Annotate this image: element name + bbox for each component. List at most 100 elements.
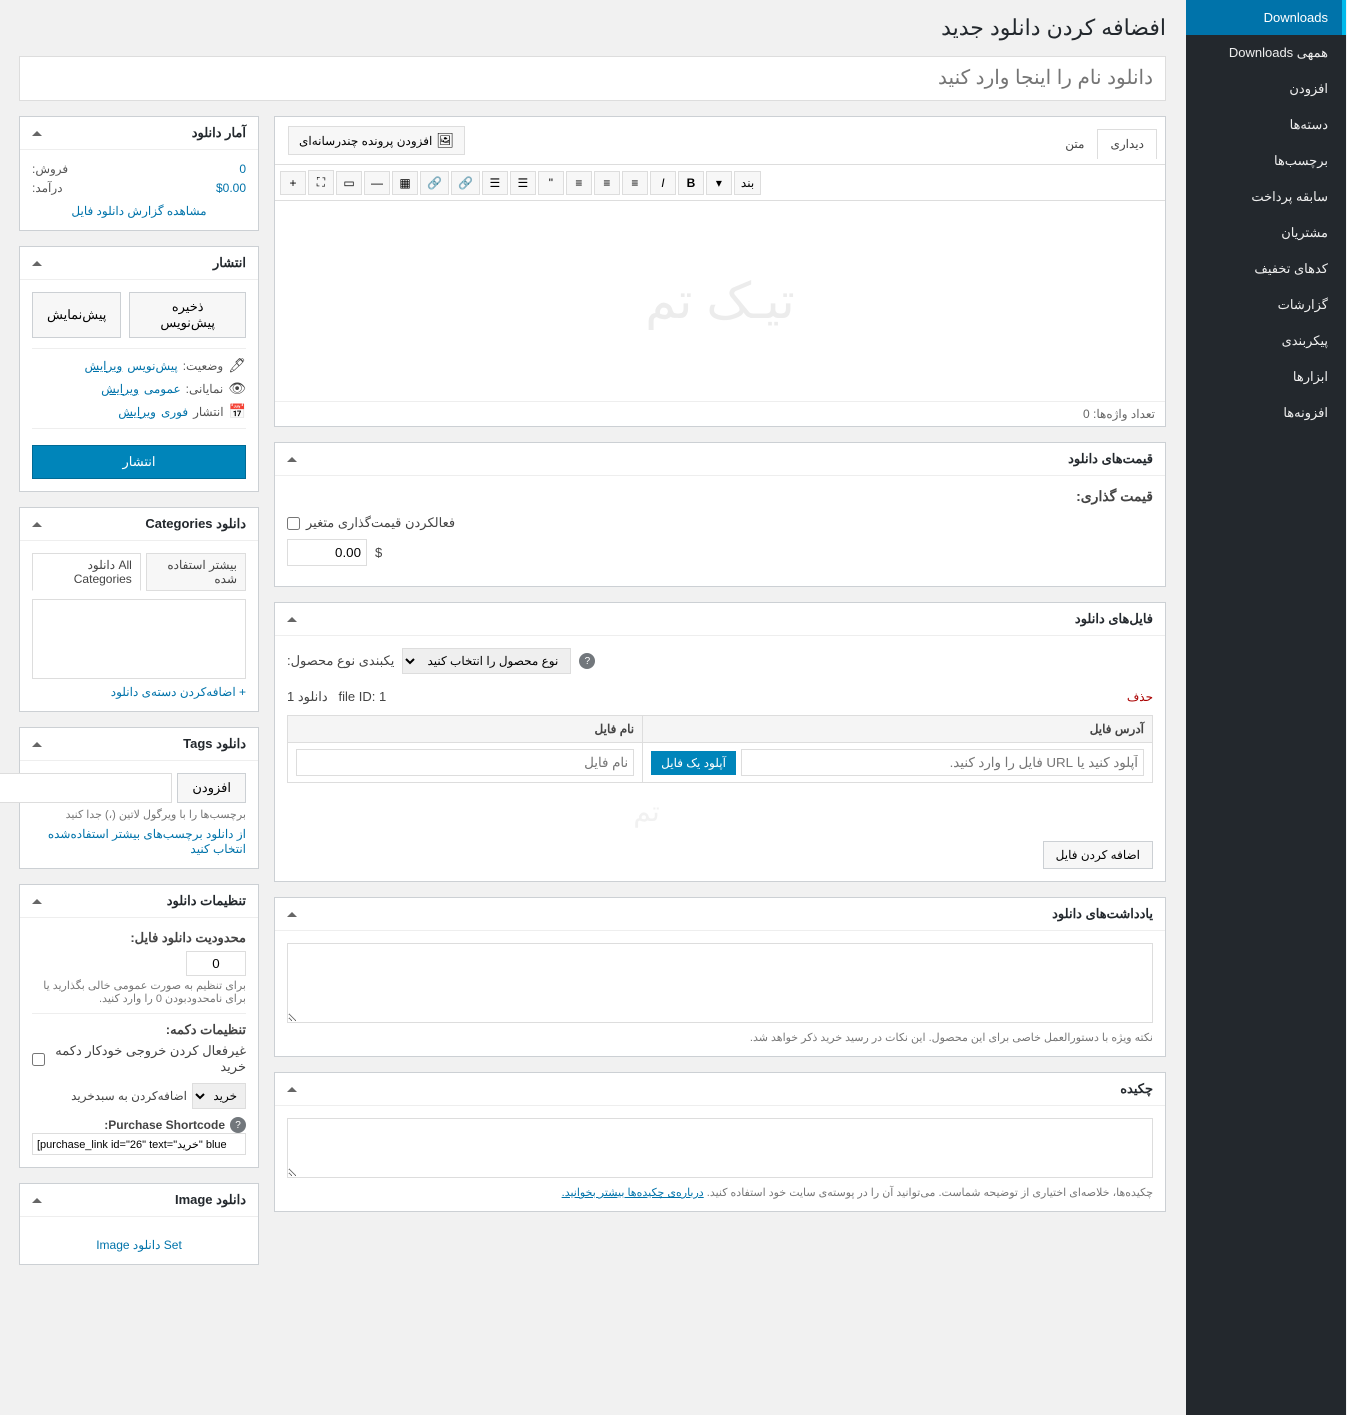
prices-toggle[interactable] — [288, 457, 298, 462]
toolbar-fullscreen[interactable]: ⛶ — [309, 170, 335, 195]
toolbar-unlink[interactable]: 🔗 — [421, 171, 450, 195]
sidebar-item-sync[interactable]: پیکربندی — [1187, 323, 1347, 359]
upload-media-button[interactable]: 🖼 افزودن پرونده چندرسانه‌ای — [289, 126, 466, 155]
sidebar-item-tools[interactable]: ابزارها — [1187, 359, 1347, 395]
sidebar-item-tags[interactable]: برچسب‌ها — [1187, 143, 1347, 179]
add-category-link[interactable]: + اضافه‌کردن دسته‌ی دانلود — [112, 685, 247, 699]
sidebar-item-add-new[interactable]: افزودن — [1187, 71, 1347, 107]
visibility-edit-link[interactable]: ویرایش — [102, 382, 140, 396]
sidebar-item-customers[interactable]: مشتریان — [1187, 215, 1347, 251]
files-body: ? نوع محصول را انتخاب کنید یکبندی نوع مح… — [276, 636, 1166, 881]
stats-list: 0 فروش: $0.00 درآمد: — [33, 162, 247, 195]
toolbar-expand[interactable]: + — [281, 171, 307, 195]
cat-tab-all[interactable]: All دانلود Categories — [33, 553, 142, 591]
sidebar-item-payment-history[interactable]: سابقه پرداخت — [1187, 179, 1347, 215]
sales-link[interactable]: 0 — [240, 162, 247, 176]
sidebar-item-label: افزونه‌ها — [1284, 405, 1329, 420]
file-url-input[interactable] — [742, 749, 1145, 776]
categories-metabox-header[interactable]: دانلود Categories — [21, 508, 259, 541]
publish-date-edit-link[interactable]: ویرایش — [119, 405, 157, 419]
currency-symbol: $ — [376, 545, 383, 560]
toolbar-ol[interactable]: ☰ — [511, 171, 537, 195]
visibility-value: عمومی — [145, 382, 182, 396]
tag-input[interactable] — [0, 773, 173, 803]
toolbar-link[interactable]: 🔗 — [452, 171, 481, 195]
shortcode-label: Purchase Shortcode: — [105, 1118, 226, 1132]
notes-toggle[interactable] — [288, 912, 298, 917]
publish-metabox-header[interactable]: انتشار — [21, 247, 259, 280]
file-name-input[interactable] — [297, 749, 635, 776]
tags-metabox-header[interactable]: دانلود Tags — [21, 728, 259, 761]
image-metabox-header[interactable]: دانلود Image — [21, 1184, 259, 1217]
settings-title: تنظیمات دانلود — [168, 893, 247, 909]
upload-file-button[interactable]: آپلود یک فایل — [652, 751, 737, 775]
shortcode-input[interactable] — [33, 1133, 247, 1155]
file-name-cell — [289, 743, 644, 783]
file-limit-input[interactable] — [187, 951, 247, 976]
toolbar-italic[interactable]: I — [651, 171, 677, 195]
files-metabox-header[interactable]: فایل‌های دانلود — [276, 603, 1166, 636]
publish-button[interactable]: انتشار — [33, 445, 247, 479]
shortcode-info-icon[interactable]: ? — [231, 1117, 247, 1133]
excerpt-read-more-link[interactable]: درباره‌ی چکیده‌ها بیشتر بخوانید. — [563, 1187, 705, 1199]
file-upload-row: آپلود یک فایل — [652, 749, 1145, 776]
preview-button[interactable]: پیش‌نمایش — [33, 292, 122, 338]
editor-toolbar: بند ▾ B I ≡ ≡ ≡ " ☰ ☰ 🔗 🔗 ▦ — — [276, 165, 1166, 201]
toolbar-paragraph[interactable]: بند — [735, 171, 762, 195]
prices-metabox-header[interactable]: قیمت‌های دانلود — [276, 443, 1166, 476]
categories-list[interactable] — [33, 599, 247, 679]
sidebar-item-downloads-home[interactable]: همهی Downloads — [1187, 35, 1347, 71]
sidebar-item-discount-codes[interactable]: کدهای تخفیف — [1187, 251, 1347, 287]
editor-body[interactable]: تیـک تم — [276, 201, 1166, 401]
price-input[interactable] — [288, 539, 368, 566]
cat-tab-popular[interactable]: بیشتر استفاده شده — [147, 553, 247, 591]
categories-toggle[interactable] — [33, 522, 43, 527]
toolbar-align-left[interactable]: ≡ — [567, 171, 593, 195]
toolbar-blockquote[interactable]: " — [539, 171, 565, 195]
product-type-select[interactable]: نوع محصول را انتخاب کنید — [403, 648, 572, 674]
sidebar-item-categories[interactable]: دسته‌ها — [1187, 107, 1347, 143]
delete-file-link[interactable]: حذف — [1128, 690, 1154, 704]
stats-toggle[interactable] — [33, 131, 43, 136]
toolbar-align-right[interactable]: ≡ — [623, 171, 649, 195]
excerpt-textarea[interactable] — [288, 1118, 1154, 1178]
toolbar-ul[interactable]: ☰ — [483, 171, 509, 195]
add-tag-button[interactable]: افزودن — [178, 773, 247, 803]
save-draft-button[interactable]: ذخیره پیش‌نویس — [130, 292, 247, 338]
files-watermark: تم — [634, 795, 660, 828]
report-link[interactable]: مشاهده گزارش دانلود فایل — [72, 204, 207, 218]
notes-textarea[interactable] — [288, 943, 1154, 1023]
excerpt-metabox-header[interactable]: چکیده — [276, 1073, 1166, 1106]
settings-toggle[interactable] — [33, 899, 43, 904]
add-file-button[interactable]: اضافه کردن فایل — [1044, 841, 1154, 869]
variable-price-checkbox[interactable] — [288, 517, 301, 530]
toolbar-align-center[interactable]: ≡ — [595, 171, 621, 195]
toolbar-table[interactable]: ▦ — [393, 171, 419, 195]
tab-text[interactable]: متن — [1053, 129, 1098, 158]
notes-metabox-header[interactable]: یادداشت‌های دانلود — [276, 898, 1166, 931]
tab-visual[interactable]: دیداری — [1098, 129, 1158, 159]
tags-toggle[interactable] — [33, 742, 43, 747]
popular-tags-link[interactable]: از دانلود برچسب‌های بیشتر استفاده‌شده ان… — [49, 827, 247, 856]
toolbar-hr[interactable]: — — [365, 171, 391, 195]
excerpt-toggle[interactable] — [288, 1087, 298, 1092]
image-toggle[interactable] — [33, 1198, 43, 1203]
sidebar-item-downloads[interactable]: Downloads — [1187, 0, 1347, 35]
file-url-cell: آپلود یک فایل — [644, 743, 1154, 783]
download-title-input[interactable] — [20, 56, 1167, 101]
sidebar-item-reports[interactable]: گزارشات — [1187, 287, 1347, 323]
sidebar-item-extensions[interactable]: افزونه‌ها — [1187, 395, 1347, 431]
stats-metabox-header[interactable]: آمار دانلود — [21, 117, 259, 150]
settings-metabox-header[interactable]: تنظیمات دانلود — [21, 885, 259, 918]
info-icon[interactable]: ? — [580, 653, 596, 669]
set-image-link[interactable]: Set دانلود Image — [97, 1238, 183, 1252]
toolbar-bold[interactable]: B — [679, 171, 705, 195]
report-link-row: مشاهده گزارش دانلود فایل — [33, 203, 247, 218]
files-toggle[interactable] — [288, 617, 298, 622]
status-edit-link[interactable]: ویرایش — [86, 359, 124, 373]
redirect-select[interactable]: خرید — [193, 1083, 247, 1109]
toolbar-dropdown[interactable]: ▾ — [707, 171, 733, 195]
toolbar-more[interactable]: ▭ — [337, 171, 363, 195]
publish-toggle[interactable] — [33, 261, 43, 266]
disable-checkout-checkbox[interactable] — [33, 1053, 46, 1066]
